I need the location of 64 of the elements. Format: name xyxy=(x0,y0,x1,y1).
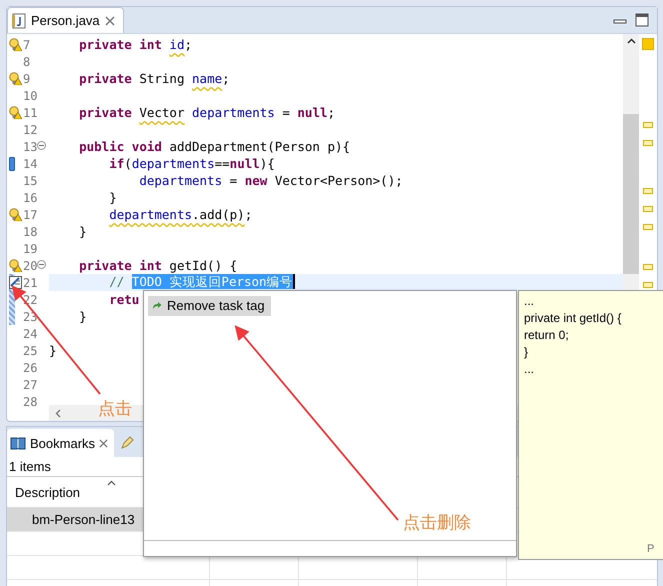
close-icon[interactable] xyxy=(99,438,108,448)
code-line: } xyxy=(49,343,57,358)
code-line: departments.add(p); xyxy=(108,207,252,222)
code-line: // TODO 实现返回Person编号 xyxy=(108,274,295,291)
line-number: 21 xyxy=(23,276,38,290)
line-number: 19 xyxy=(23,242,38,256)
warning-bulb-icon[interactable] xyxy=(9,259,22,272)
line-number: 15 xyxy=(23,174,38,188)
line-number: 20 xyxy=(23,258,38,272)
arrow-icon xyxy=(152,301,162,310)
line-number: 8 xyxy=(23,54,30,68)
task-icon[interactable] xyxy=(9,276,22,289)
scroll-up-icon[interactable] xyxy=(626,38,636,44)
line-number: 14 xyxy=(23,156,38,170)
line-number: 25 xyxy=(23,344,38,358)
warning-bulb-icon[interactable] xyxy=(9,38,22,51)
line-number: 12 xyxy=(23,122,38,136)
editor-tab[interactable]: Person.java xyxy=(7,7,124,33)
line-number: 17 xyxy=(23,208,38,222)
code-line: private int getId() { xyxy=(78,258,238,273)
collapse-icon[interactable] xyxy=(37,141,46,150)
preview-line: ... xyxy=(524,361,536,378)
line-number: 10 xyxy=(23,88,38,102)
quick-fix-item[interactable]: Remove task tag xyxy=(148,296,271,316)
code-line: } xyxy=(78,309,87,324)
code-line: if(departments==null){ xyxy=(108,156,275,171)
annotation-label: 点击删除 xyxy=(403,512,471,534)
book-icon xyxy=(10,436,26,450)
line-number: 16 xyxy=(23,190,38,204)
code-line: public void addDepartment(Person p){ xyxy=(78,139,350,154)
line-number: 18 xyxy=(23,224,38,238)
close-icon[interactable] xyxy=(104,16,115,26)
line-number: 26 xyxy=(23,360,38,374)
code-line: retu xyxy=(108,292,140,307)
bookmarks-tab[interactable]: Bookmarks xyxy=(7,429,114,457)
code-line: } xyxy=(78,224,87,239)
line-number: 7 xyxy=(23,38,30,52)
line-number: 9 xyxy=(23,72,30,86)
status-text: P xyxy=(647,543,654,555)
line-number: 27 xyxy=(23,378,38,392)
preview-line: private int getId() { xyxy=(524,310,622,327)
java-file-icon xyxy=(12,12,26,28)
preview-line: return 0; xyxy=(524,327,570,344)
scrollbar-thumb[interactable] xyxy=(623,114,639,274)
collapse-icon[interactable] xyxy=(37,260,46,269)
warning-bulb-icon[interactable] xyxy=(9,208,22,221)
maximize-icon[interactable] xyxy=(635,13,649,27)
code-line: private Vector departments = null; xyxy=(78,105,336,120)
scroll-left-icon[interactable] xyxy=(55,408,61,418)
pen-icon[interactable] xyxy=(120,436,134,450)
line-number: 24 xyxy=(23,326,38,340)
annotation-label: 点击 xyxy=(98,398,132,420)
line-number: 13 xyxy=(23,140,38,154)
sort-caret-icon[interactable] xyxy=(107,480,116,486)
code-line: departments = new Vector<Person>(); xyxy=(138,173,403,188)
preview-line: ... xyxy=(524,293,536,310)
line-number: 28 xyxy=(23,394,38,408)
code-line: private int id; xyxy=(78,37,192,52)
code-line: } xyxy=(108,190,117,205)
preview-line: } xyxy=(524,344,530,361)
code-line: private String name; xyxy=(78,71,230,86)
line-number: 11 xyxy=(23,106,38,120)
warning-bulb-icon[interactable] xyxy=(9,106,22,119)
warning-bulb-icon[interactable] xyxy=(9,72,22,85)
